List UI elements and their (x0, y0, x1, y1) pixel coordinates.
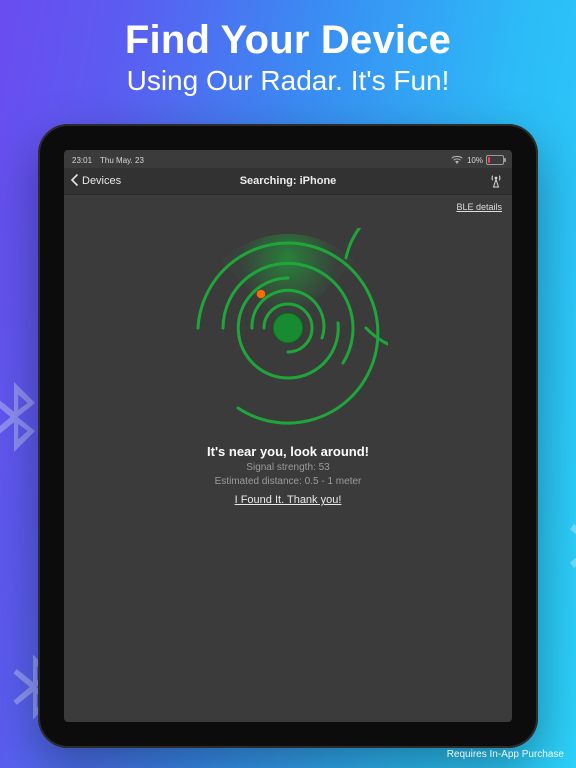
signal-strength: Signal strength: 53 (64, 462, 512, 473)
estimated-distance: Estimated distance: 0.5 - 1 meter (64, 476, 512, 487)
radar-tower-icon[interactable] (488, 173, 504, 189)
tablet-frame: 23:01 Thu May. 23 10% (38, 124, 538, 748)
near-text: It's near you, look around! (64, 444, 512, 459)
promo-background: Find Your Device Using Our Radar. It's F… (0, 0, 576, 768)
radar-display (188, 228, 388, 428)
status-bar: 23:01 Thu May. 23 10% (64, 150, 512, 168)
page-title: Searching: iPhone (240, 175, 337, 187)
status-date: Thu May. 23 (100, 156, 144, 165)
wifi-icon (451, 155, 463, 166)
found-it-button[interactable]: I Found It. Thank you! (235, 494, 342, 506)
chevron-left-icon (70, 174, 80, 189)
hero-subtitle: Using Our Radar. It's Fun! (0, 65, 576, 97)
ble-details-link[interactable]: BLE details (456, 202, 502, 212)
battery-indicator: 10% (467, 155, 504, 165)
proximity-info: It's near you, look around! Signal stren… (64, 444, 512, 508)
hero-copy: Find Your Device Using Our Radar. It's F… (0, 18, 576, 97)
iap-disclaimer: Requires In-App Purchase (447, 749, 564, 760)
hero-title: Find Your Device (0, 18, 576, 63)
back-label: Devices (82, 175, 121, 187)
nav-bar: Devices Searching: iPhone (64, 168, 512, 195)
status-time: 23:01 (72, 156, 92, 165)
battery-pct: 10% (467, 156, 483, 165)
bluetooth-icon (546, 498, 576, 594)
app-screen: 23:01 Thu May. 23 10% (64, 150, 512, 722)
back-button[interactable]: Devices (70, 168, 121, 194)
